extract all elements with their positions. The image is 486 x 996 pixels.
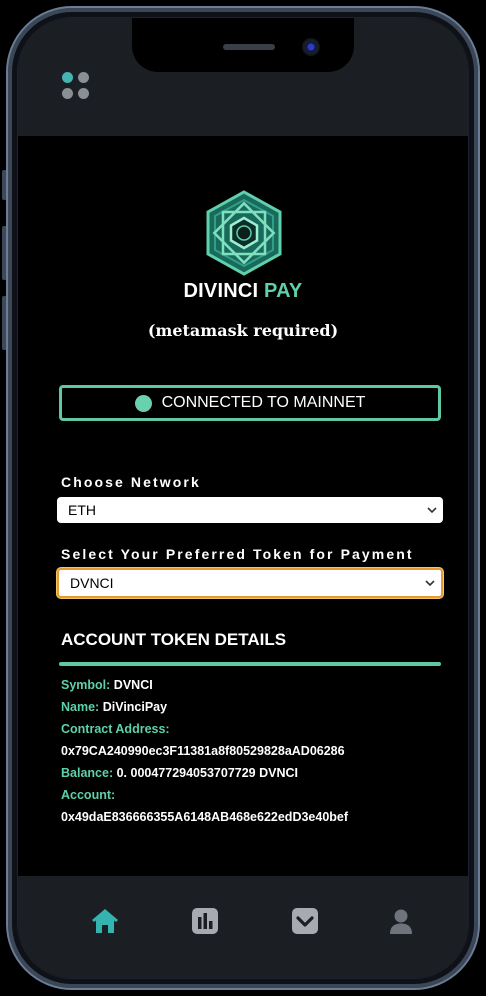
connection-status-text: CONNECTED TO MAINNET: [161, 394, 366, 411]
token-select-value: DVNCI: [70, 575, 114, 591]
metamask-note: (metamask required): [147, 321, 339, 340]
hexagon-logo-icon: [204, 190, 284, 276]
token-select[interactable]: DVNCI: [57, 568, 443, 598]
app-header: [18, 18, 468, 136]
network-select[interactable]: ETH: [57, 497, 443, 523]
detail-contract-value-row: 0x79CA240990ec3F11381a8f80529828aAD06286: [61, 744, 345, 758]
user-icon[interactable]: [386, 906, 416, 936]
home-icon[interactable]: [90, 906, 120, 936]
detail-account-value-row: 0x49daE836666355A6148AB468e622edD3e40bef: [61, 810, 348, 824]
detail-symbol-label: Symbol:: [61, 678, 111, 692]
detail-contract-value: 0x79CA240990ec3F11381a8f80529828aAD06286: [61, 744, 345, 758]
dots-grid-icon[interactable]: [62, 72, 92, 102]
brand-name-accent: PAY: [264, 280, 303, 302]
detail-account-value: 0x49daE836666355A6148AB468e622edD3e40bef: [61, 810, 349, 824]
detail-account-label: Account:: [61, 788, 116, 802]
detail-symbol: Symbol: DVNCI: [61, 678, 153, 692]
detail-contract-label-row: Contract Address:: [61, 722, 170, 736]
chevron-box-icon[interactable]: [290, 906, 320, 936]
bottom-nav: [18, 876, 468, 978]
account-details-title: ACCOUNT TOKEN DETAILS: [61, 630, 287, 649]
brand-title: DIVINCI PAY: [18, 280, 468, 303]
network-label: Choose Network: [61, 474, 201, 490]
detail-account-label-row: Account:: [61, 788, 115, 802]
detail-balance-value: 0. 000477294053707729 DVNCI: [116, 766, 298, 780]
detail-balance: Balance: 0. 000477294053707729 DVNCI: [61, 766, 298, 780]
camera-icon: [302, 38, 320, 56]
detail-symbol-value: DVNCI: [113, 678, 153, 692]
notch: [132, 18, 354, 72]
detail-name: Name: DiVinciPay: [61, 700, 167, 714]
dot: [62, 72, 73, 83]
details-divider: [59, 662, 441, 666]
detail-balance-label: Balance:: [61, 766, 114, 780]
connection-status-badge: CONNECTED TO MAINNET: [59, 385, 441, 421]
chevron-down-icon: [425, 580, 435, 587]
device-stage: DIVINCI PAY (metamask required) CONNECTE…: [0, 0, 486, 996]
detail-name-label: Name:: [61, 700, 100, 714]
detail-name-value: DiVinciPay: [102, 700, 168, 714]
bar-chart-icon[interactable]: [190, 906, 220, 936]
dot: [78, 72, 89, 83]
network-select-value: ETH: [68, 502, 96, 518]
brand-name-primary: DIVINCI: [183, 280, 259, 302]
chevron-down-icon: [427, 507, 437, 514]
dot: [78, 88, 89, 99]
dot: [62, 88, 73, 99]
token-label: Select Your Preferred Token for Payment: [61, 546, 414, 562]
speaker-grille: [223, 44, 275, 50]
status-dot-icon: [134, 394, 152, 412]
phone-screen: DIVINCI PAY (metamask required) CONNECTE…: [18, 18, 468, 978]
detail-contract-label: Contract Address:: [61, 722, 170, 736]
